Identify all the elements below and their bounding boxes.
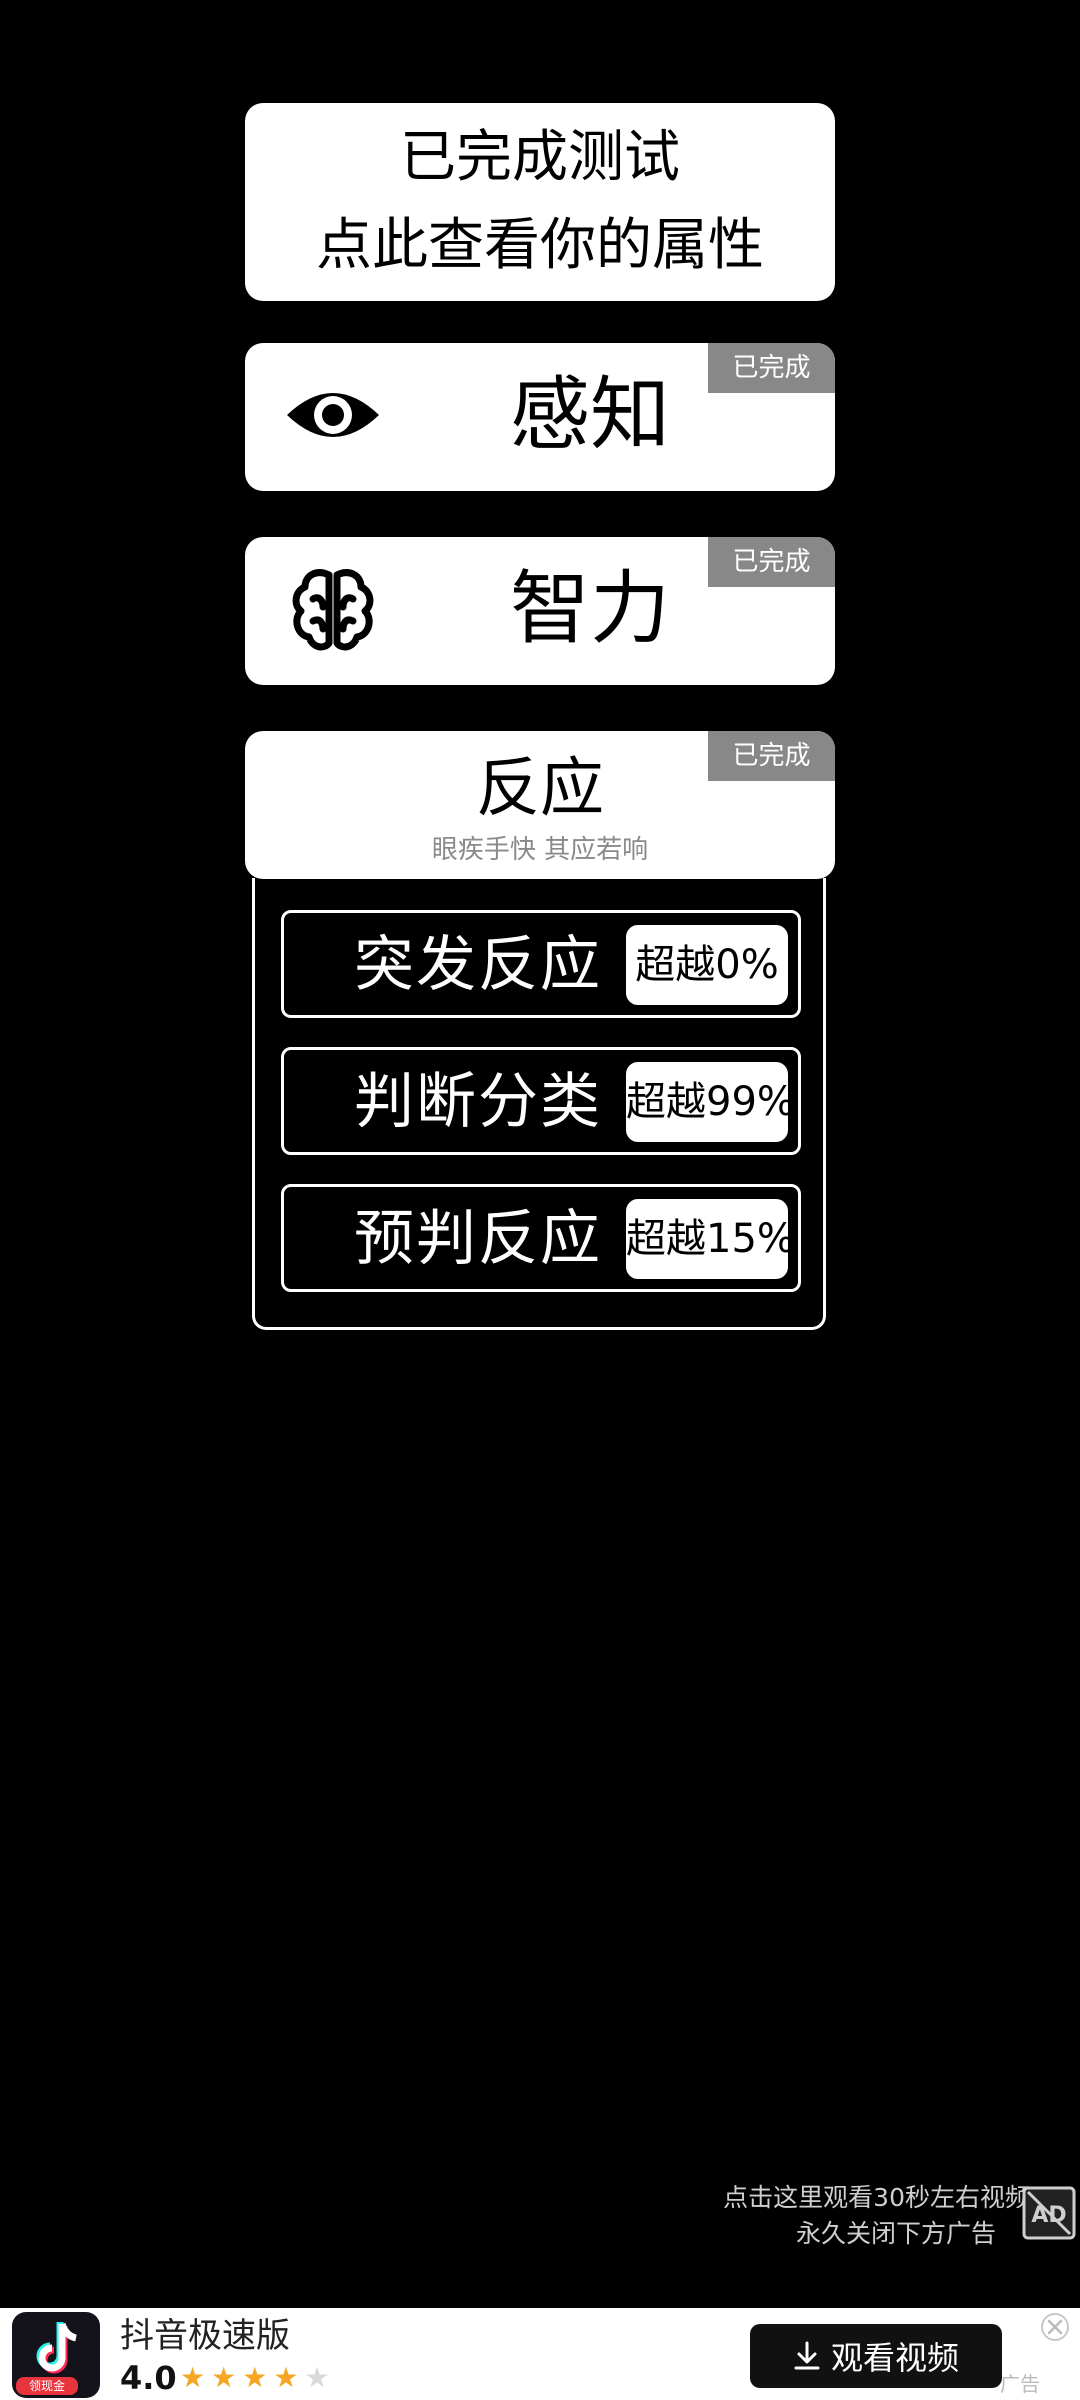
douyin-logo-icon [36, 2322, 77, 2374]
star-icon: ★ [304, 2361, 336, 2394]
summary-line-2: 点此查看你的属性 [316, 213, 764, 278]
app-name: 抖音极速版 [120, 2316, 290, 2356]
test-score-badge: 超越15% [626, 1199, 795, 1279]
ad-banner[interactable]: 领现金 抖音极速版 4.0 ★★★★★ 观看视频 广告 [0, 2308, 1080, 2400]
no-ad-icon[interactable]: AD [1022, 2186, 1076, 2240]
remove-ad-line-1: 点击这里观看30秒左右视频 [723, 2183, 1030, 2212]
summary-line-1: 已完成测试 [400, 125, 680, 190]
category-intelligence-card[interactable]: 智力 已完成 [245, 537, 835, 685]
ad-label: 广告 [1000, 2372, 1040, 2396]
completed-badge: 已完成 [708, 731, 835, 781]
download-icon [794, 2341, 820, 2370]
reaction-tests-panel: 突发反应 超越0% 判断分类 超越99% 预判反应 超越15% [252, 878, 826, 1330]
star-icon: ★ [242, 2361, 274, 2394]
test-score-badge: 超越0% [626, 925, 788, 1005]
test-score-badge: 超越99% [626, 1062, 795, 1142]
test-label: 预判反应 [354, 1204, 602, 1274]
star-icon: ★ [180, 2361, 212, 2394]
watch-video-label: 观看视频 [830, 2339, 959, 2377]
close-icon[interactable] [1040, 2312, 1070, 2342]
watch-video-button[interactable]: 观看视频 [750, 2324, 1002, 2388]
test-item-anticipation[interactable]: 预判反应 超越15% [281, 1184, 801, 1292]
remove-ad-line-2: 永久关闭下方广告 [795, 2219, 996, 2248]
star-icon: ★ [273, 2361, 305, 2394]
test-label: 突发反应 [354, 930, 602, 1000]
category-reaction-card[interactable]: 反应 眼疾手快 其应若响 已完成 [245, 731, 835, 879]
category-perception-card[interactable]: 感知 已完成 [245, 343, 835, 491]
test-item-classification[interactable]: 判断分类 超越99% [281, 1047, 801, 1155]
rating-stars: ★★★★★ [180, 2362, 336, 2394]
app-rating-value: 4.0 [120, 2359, 177, 2397]
completed-badge: 已完成 [708, 537, 835, 587]
test-label: 判断分类 [354, 1067, 602, 1137]
app-icon[interactable]: 领现金 [12, 2312, 100, 2398]
star-icon: ★ [211, 2361, 243, 2394]
view-attributes-card[interactable]: 已完成测试 点此查看你的属性 [245, 103, 835, 301]
completed-badge: 已完成 [708, 343, 835, 393]
remove-ad-link[interactable]: 点击这里观看30秒左右视频 永久关闭下方广告 [690, 2180, 1030, 2252]
test-item-sudden-reaction[interactable]: 突发反应 超越0% [281, 910, 801, 1018]
app-icon-tag: 领现金 [16, 2377, 78, 2395]
category-subtitle: 眼疾手快 其应若响 [431, 835, 649, 865]
